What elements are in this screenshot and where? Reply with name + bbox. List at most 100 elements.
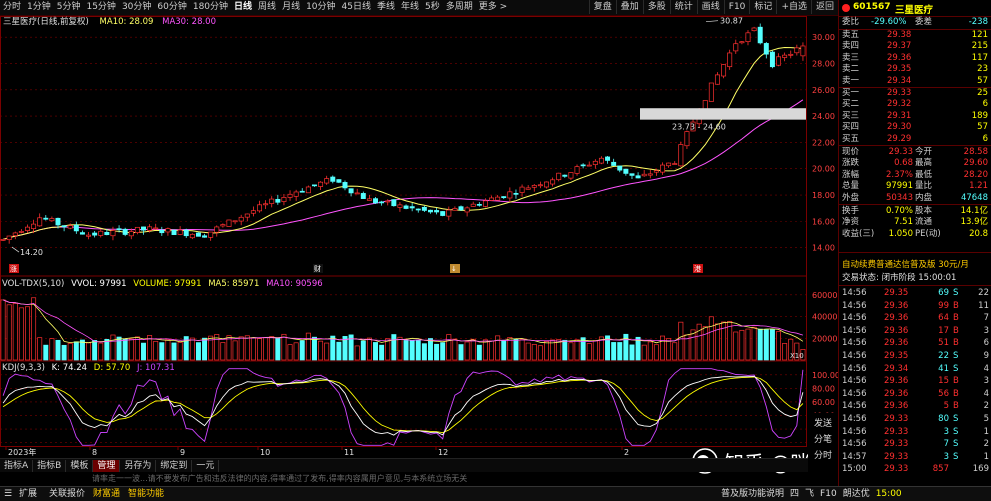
- side-button-1[interactable]: 分笔: [808, 433, 838, 447]
- volume-bar: [617, 342, 623, 361]
- candle-body: [116, 228, 122, 231]
- side-button-0[interactable]: 发送: [808, 417, 838, 431]
- ask-level-row[interactable]: 卖四 29.37 215: [839, 41, 991, 52]
- related-quote-button[interactable]: 关联报价: [45, 487, 89, 501]
- period-tab-30min[interactable]: 30分钟: [119, 0, 154, 15]
- status-icon-1[interactable]: 四: [787, 487, 802, 501]
- x-axis-label: 2023年: [8, 447, 36, 456]
- f10-button[interactable]: F10: [723, 0, 750, 14]
- period-tab-daily[interactable]: 日线: [231, 0, 255, 15]
- mark-button[interactable]: 标记: [749, 0, 776, 14]
- stat-label: 今开: [915, 147, 933, 157]
- tick-volume: 857: [932, 464, 949, 475]
- stock-chart-svg[interactable]: 14.00 16.00 18.00 20.00 22.00 24.00 26.00 28.00…: [0, 16, 838, 456]
- bid-volume: 189: [971, 110, 988, 121]
- candle-body: [641, 173, 647, 177]
- period-tab-180min[interactable]: 180分钟: [190, 0, 231, 15]
- bid-level-row[interactable]: 买四 29.30 57: [839, 122, 991, 133]
- back-button[interactable]: 返回: [810, 0, 838, 14]
- stat-value: 50343: [885, 192, 913, 203]
- volume-bar: [366, 337, 372, 361]
- period-tab-5min[interactable]: 5分钟: [54, 0, 84, 15]
- candle-body: [366, 198, 372, 201]
- candle-body: [263, 203, 269, 206]
- volume-bar: [195, 342, 201, 361]
- ask-level-row[interactable]: 卖二 29.35 23: [839, 64, 991, 75]
- tick-price: 29.36: [884, 325, 909, 336]
- bid-volume: 25: [977, 88, 988, 98]
- period-tab-quarter[interactable]: 季线: [374, 0, 398, 15]
- tick-price: 29.35: [884, 288, 909, 298]
- candle-body: [586, 164, 592, 167]
- stat-value: 28.20: [963, 169, 988, 180]
- tick-row: 14:56 29.35 69 S 22: [839, 288, 991, 299]
- period-tab-monthly[interactable]: 月线: [279, 0, 303, 15]
- period-tab-60min[interactable]: 60分钟: [154, 0, 189, 15]
- period-tab-year[interactable]: 年线: [398, 0, 422, 15]
- promo-row[interactable]: 自动续费普通达信普及版 30元/月: [839, 260, 991, 271]
- ask-level-row[interactable]: 卖一 29.34 57: [839, 76, 991, 87]
- fundamental-value: 14.1亿: [960, 206, 988, 216]
- candle-body: [244, 213, 250, 218]
- fundamental-value: 7.51: [894, 217, 913, 228]
- period-tab-10min[interactable]: 10分钟: [303, 0, 338, 15]
- tick-side: B: [953, 338, 959, 349]
- bid-level-row[interactable]: 买一 29.33 25: [839, 88, 991, 99]
- add-watchlist-button[interactable]: +自选: [776, 0, 811, 14]
- range-label: 23.73 - 24.60: [672, 123, 726, 132]
- tab-template[interactable]: 模板: [66, 459, 94, 472]
- tab-manage[interactable]: 管理: [93, 459, 121, 472]
- volume-bar: [305, 332, 311, 361]
- ask-level-row[interactable]: 卖五 29.38 121: [839, 30, 991, 41]
- draw-line-button[interactable]: 画线: [696, 0, 724, 14]
- tab-indicator-a[interactable]: 指标A: [0, 459, 34, 472]
- volume-bar: [122, 338, 128, 361]
- wealth-button[interactable]: 财富通: [89, 487, 124, 501]
- period-tab-45day[interactable]: 45日线: [339, 0, 374, 15]
- status-left: ☰ 扩展 关联报价 财富通 智能功能: [0, 487, 168, 501]
- tab-one-yuan[interactable]: 一元: [192, 459, 220, 472]
- volume-bar: [452, 338, 458, 361]
- help-link[interactable]: 普及版功能说明: [718, 487, 787, 501]
- candle-body: [0, 239, 6, 241]
- status-icon-2[interactable]: 飞: [802, 487, 817, 501]
- multi-stock-button[interactable]: 多股: [642, 0, 670, 14]
- stats-button[interactable]: 统计: [669, 0, 697, 14]
- tab-save-as[interactable]: 另存为: [120, 459, 157, 472]
- smart-function-button[interactable]: 智能功能: [124, 487, 168, 501]
- candle-body: [299, 190, 305, 193]
- candle-body: [617, 165, 623, 171]
- status-user[interactable]: 朗达优: [840, 487, 873, 501]
- stock-trading-app: 分时 1分钟 5分钟 15分钟 30分钟 60分钟 180分钟 日线 周线 月线…: [0, 0, 991, 501]
- volume-bar: [12, 303, 18, 361]
- volume-bar: [745, 328, 751, 361]
- candle-body: [684, 131, 690, 147]
- period-tab-1min[interactable]: 1分钟: [24, 0, 54, 15]
- tick-price: 29.36: [884, 300, 909, 311]
- tab-bind-to[interactable]: 绑定到: [156, 459, 193, 472]
- bid-level-row[interactable]: 买五 29.29 6: [839, 134, 991, 145]
- status-list-button[interactable]: ☰ 扩展: [0, 487, 45, 501]
- period-tab-15min[interactable]: 15分钟: [83, 0, 118, 15]
- ask-level-row[interactable]: 卖三 29.36 117: [839, 53, 991, 64]
- tick-count: 4: [983, 388, 989, 399]
- replay-button[interactable]: 复盘: [588, 0, 616, 14]
- side-button-2[interactable]: 分时: [808, 449, 838, 463]
- candle-body: [739, 41, 745, 44]
- volume-bar: [537, 345, 543, 361]
- period-tab-multi[interactable]: 多周期: [443, 0, 476, 15]
- bid-level-row[interactable]: 买三 29.31 189: [839, 111, 991, 122]
- status-f10[interactable]: F10: [817, 487, 840, 501]
- max-price-pointer: [705, 20, 719, 23]
- tick-list[interactable]: 14:56 29.35 69 S 22 14:56 29.36 99 B 11 14…: [839, 287, 991, 486]
- overlay-button[interactable]: 叠加: [615, 0, 643, 14]
- period-tab-more[interactable]: 更多 >: [476, 0, 510, 15]
- bid-level-row[interactable]: 买二 29.32 6: [839, 99, 991, 110]
- period-tab-fenshi[interactable]: 分时: [0, 0, 24, 15]
- period-tab-5sec[interactable]: 5秒: [422, 0, 443, 15]
- tab-indicator-b[interactable]: 指标B: [33, 459, 67, 472]
- volume-bar: [31, 297, 37, 361]
- chart-area[interactable]: 14.00 16.00 18.00 20.00 22.00 24.00 26.00 28.00…: [0, 16, 838, 456]
- candle-body: [318, 181, 324, 187]
- period-tab-weekly[interactable]: 周线: [255, 0, 279, 15]
